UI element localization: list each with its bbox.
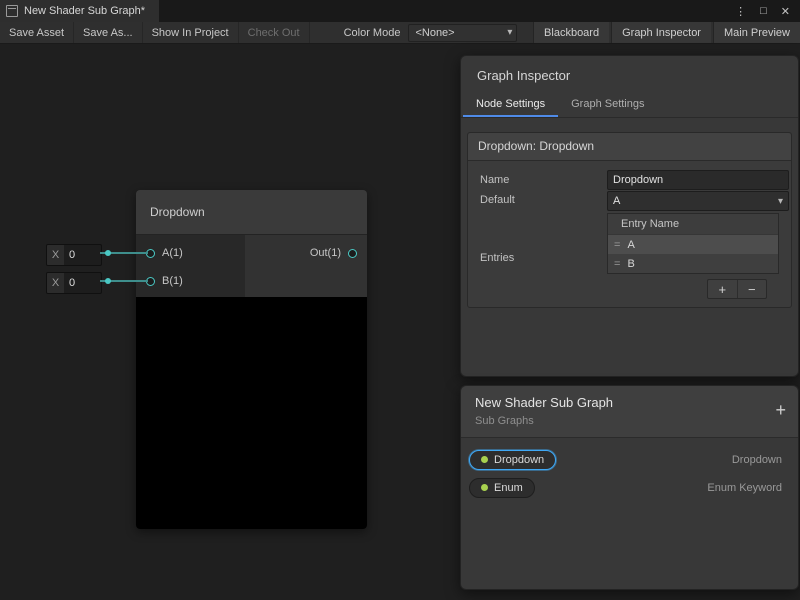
chevron-down-icon: ▾	[778, 196, 783, 207]
graph-inspector-panel: Graph Inspector Node Settings Graph Sett…	[460, 55, 799, 377]
tab-node-settings[interactable]: Node Settings	[463, 91, 558, 117]
node-port-area: A(1) B(1) Out(1)	[136, 235, 367, 297]
name-label: Name	[480, 174, 509, 186]
graph-inspector-toggle-button[interactable]: Graph Inspector	[611, 22, 711, 43]
port-circle-icon[interactable]	[348, 249, 357, 258]
blackboard-item-dropdown: Dropdown Dropdown	[469, 449, 782, 470]
keyword-dot-icon	[481, 456, 488, 463]
add-entry-button[interactable]: +	[708, 280, 737, 298]
tab-graph-settings[interactable]: Graph Settings	[558, 91, 657, 117]
document-tab[interactable]: New Shader Sub Graph*	[0, 0, 159, 22]
input-port-b-label: B(1)	[162, 275, 183, 287]
inspector-tabs: Node Settings Graph Settings	[461, 91, 798, 118]
panel-title: Graph Inspector	[461, 56, 798, 91]
entry-value: A	[627, 239, 634, 251]
dropdown-node[interactable]: Dropdown A(1) B(1) Out(1)	[136, 190, 367, 529]
toolbar-right-group: Blackboard Graph Inspector Main Preview	[531, 22, 800, 43]
drag-handle-icon[interactable]: =	[614, 239, 620, 251]
input-b-value[interactable]: 0	[64, 273, 101, 293]
input-port-a-label: A(1)	[162, 247, 183, 259]
property-label: Dropdown	[494, 454, 544, 466]
input-a-default-field[interactable]: X 0	[46, 244, 102, 266]
property-type: Dropdown	[732, 454, 782, 466]
input-b-default-field[interactable]: X 0	[46, 272, 102, 294]
node-settings-section: Dropdown: Dropdown Name Dropdown Default…	[467, 132, 792, 308]
check-out-button: Check Out	[239, 22, 310, 43]
x-component-label: X	[47, 273, 64, 293]
output-port-label: Out(1)	[310, 247, 341, 259]
entries-list-header: Entry Name	[608, 214, 778, 235]
edge-connector-dot	[105, 250, 111, 256]
node-preview	[136, 297, 367, 529]
document-tab-title: New Shader Sub Graph*	[24, 5, 145, 17]
default-dropdown[interactable]: A ▾	[607, 191, 789, 211]
edge-connector-dot	[105, 278, 111, 284]
shader-graph-icon	[6, 5, 18, 17]
blackboard-toggle-button[interactable]: Blackboard	[533, 22, 609, 43]
entries-list-footer: + −	[707, 279, 767, 299]
maximize-icon[interactable]: □	[760, 5, 767, 17]
color-mode-label: Color Mode	[336, 22, 409, 43]
entry-row-b[interactable]: = B	[608, 254, 778, 273]
blackboard-panel: New Shader Sub Graph Sub Graphs + Dropdo…	[460, 385, 799, 590]
color-mode-dropdown[interactable]: <None> ▾	[408, 24, 517, 42]
chevron-down-icon: ▾	[507, 27, 512, 38]
main-preview-toggle-button[interactable]: Main Preview	[713, 22, 800, 43]
blackboard-subtitle: Sub Graphs	[475, 415, 784, 427]
title-bar: New Shader Sub Graph* ⋮ □ ✕	[0, 0, 800, 22]
add-property-button[interactable]: +	[775, 400, 786, 421]
shader-graph-window: New Shader Sub Graph* ⋮ □ ✕ Save Asset S…	[0, 0, 800, 600]
close-icon[interactable]: ✕	[781, 5, 790, 18]
blackboard-header: New Shader Sub Graph Sub Graphs +	[461, 386, 798, 438]
window-menu-icon[interactable]: ⋮	[735, 5, 746, 18]
show-in-project-button[interactable]: Show In Project	[143, 22, 239, 43]
input-port-a[interactable]: A(1)	[146, 245, 183, 261]
section-title: Dropdown: Dropdown	[468, 133, 791, 161]
input-port-b[interactable]: B(1)	[146, 273, 183, 289]
blackboard-title: New Shader Sub Graph	[475, 395, 784, 410]
remove-entry-button[interactable]: −	[737, 280, 767, 298]
enum-property-pill[interactable]: Enum	[469, 478, 535, 498]
name-input[interactable]: Dropdown	[607, 170, 789, 190]
window-controls: ⋮ □ ✕	[735, 0, 800, 22]
node-title[interactable]: Dropdown	[136, 190, 367, 235]
input-a-value[interactable]: 0	[64, 245, 101, 265]
blackboard-item-enum: Enum Enum Keyword	[469, 477, 782, 498]
dropdown-property-pill[interactable]: Dropdown	[469, 450, 556, 470]
entry-row-a[interactable]: = A	[608, 235, 778, 254]
graph-toolbar: Save Asset Save As... Show In Project Ch…	[0, 22, 800, 44]
property-type: Enum Keyword	[707, 482, 782, 494]
x-component-label: X	[47, 245, 64, 265]
output-port-out[interactable]: Out(1)	[310, 245, 357, 261]
entry-value: B	[627, 258, 634, 270]
entries-label: Entries	[480, 252, 514, 264]
default-label: Default	[480, 194, 515, 206]
property-label: Enum	[494, 482, 523, 494]
save-as-button[interactable]: Save As...	[74, 22, 143, 43]
entries-list: Entry Name = A = B	[607, 213, 779, 274]
default-value: A	[613, 195, 620, 207]
color-mode-value: <None>	[415, 27, 454, 39]
drag-handle-icon[interactable]: =	[614, 258, 620, 270]
save-asset-button[interactable]: Save Asset	[0, 22, 74, 43]
keyword-dot-icon	[481, 484, 488, 491]
